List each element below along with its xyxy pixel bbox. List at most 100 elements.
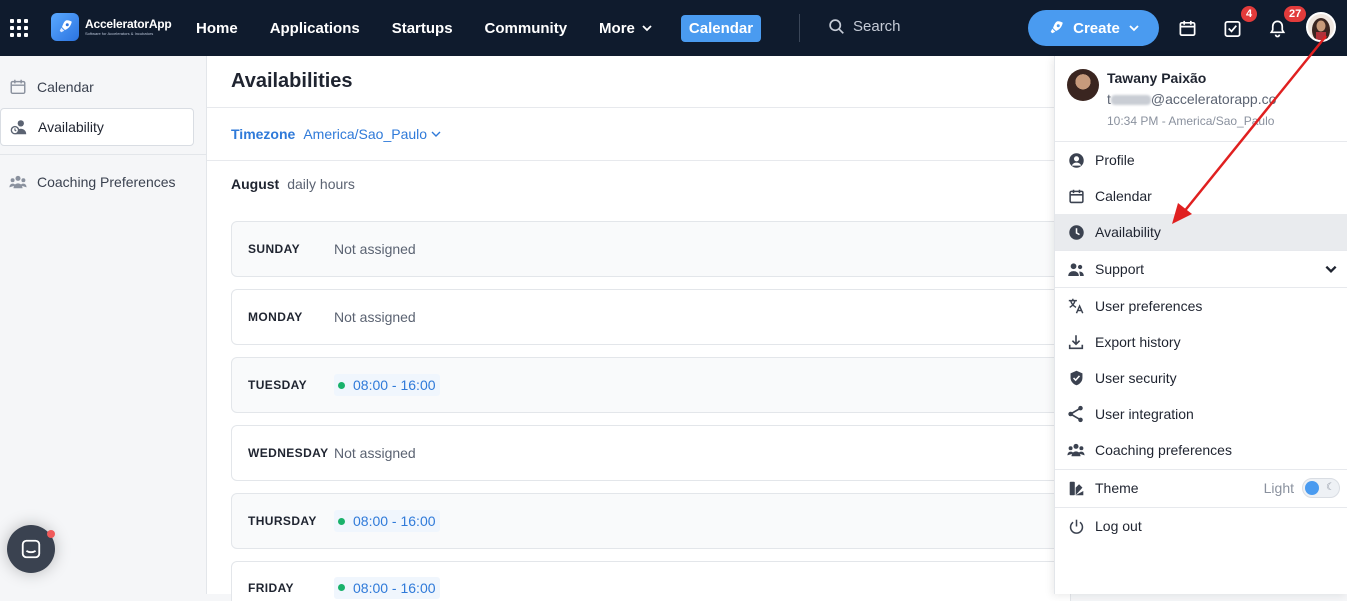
menu-item-label: User security — [1095, 370, 1177, 386]
menu-item-user-security[interactable]: User security — [1055, 360, 1347, 396]
tasks-icon[interactable] — [1222, 18, 1242, 38]
availability-icon — [10, 120, 27, 135]
nav-home[interactable]: Home — [180, 20, 254, 37]
sidebar-item-coaching-preferences[interactable]: Coaching Preferences — [0, 163, 194, 201]
user-profile-header: Tawany Paixão t @acceleratorapp.co 10:34 … — [1055, 56, 1347, 142]
day-row-tuesday[interactable]: TUESDAY 08:00 - 16:00 — [231, 357, 1071, 413]
menu-item-label: Profile — [1095, 152, 1135, 168]
menu-item-label: Support — [1095, 261, 1145, 277]
email-redaction — [1110, 95, 1151, 106]
menu-item-label: Export history — [1095, 334, 1181, 350]
integration-icon — [1067, 405, 1085, 423]
chevron-down-icon — [1129, 25, 1139, 32]
day-row-monday[interactable]: MONDAY Not assigned — [231, 289, 1071, 345]
day-name: THURSDAY — [248, 514, 317, 528]
menu-item-label: Log out — [1095, 518, 1142, 534]
create-label: Create — [1073, 19, 1120, 37]
nav-community[interactable]: Community — [469, 20, 584, 37]
day-status: Not assigned — [334, 241, 416, 257]
sidebar-item-calendar[interactable]: Calendar — [0, 68, 194, 106]
user-avatar-button[interactable] — [1306, 12, 1336, 42]
theme-icon — [1067, 479, 1085, 497]
time-slot[interactable]: 08:00 - 16:00 — [334, 510, 440, 532]
sidebar-divider — [0, 154, 207, 155]
menu-item-label: Calendar — [1095, 188, 1152, 204]
menu-item-availability[interactable]: Availability — [1055, 214, 1347, 250]
app-logo[interactable]: AcceleratorApp Software for Accelerators… — [51, 13, 172, 41]
slot-time: 08:00 - 16:00 — [353, 513, 436, 529]
menu-item-log-out[interactable]: Log out — [1055, 508, 1347, 544]
menu-item-user-preferences[interactable]: User preferences — [1055, 288, 1347, 324]
users-icon — [1067, 260, 1085, 278]
translate-icon — [1067, 297, 1085, 315]
avatar-image — [1308, 14, 1334, 40]
timezone-label: Timezone — [231, 126, 296, 142]
menu-item-label: User integration — [1095, 406, 1194, 422]
slot-time: 08:00 - 16:00 — [353, 377, 436, 393]
page-title: Availabilities — [231, 70, 353, 92]
menu-item-label: Theme — [1095, 480, 1139, 496]
email-domain: @acceleratorapp.co — [1150, 91, 1277, 107]
chat-icon — [21, 539, 41, 559]
app-tagline: Software for Accelerators & Incubators — [85, 31, 154, 36]
timezone-value: America/Sao_Paulo — [303, 126, 428, 142]
calendar-icon[interactable] — [1177, 18, 1197, 38]
menu-item-coaching-preferences[interactable]: Coaching preferences — [1055, 432, 1347, 468]
group-icon — [9, 175, 27, 189]
download-icon — [1067, 333, 1085, 351]
day-name: SUNDAY — [248, 242, 300, 256]
apps-grid-icon[interactable] — [10, 19, 28, 37]
menu-item-label: Availability — [1095, 224, 1161, 240]
app-name: AcceleratorApp — [85, 17, 172, 31]
menu-item-theme[interactable]: Theme Light ☾ — [1055, 470, 1347, 506]
nav-more-label: More — [599, 19, 635, 37]
user-local-time: 10:34 PM - America/Sao_Paulo — [1107, 114, 1275, 128]
time-slot[interactable]: 08:00 - 16:00 — [334, 576, 440, 599]
user-menu: Tawany Paixão t @acceleratorapp.co 10:34 … — [1054, 56, 1347, 594]
menu-item-export-history[interactable]: Export history — [1055, 324, 1347, 360]
menu-item-calendar[interactable]: Calendar — [1055, 178, 1347, 214]
menu-item-profile[interactable]: Profile — [1055, 142, 1347, 178]
month-header: August daily hours — [231, 176, 355, 192]
nav-more[interactable]: More — [583, 20, 669, 37]
timezone-selector[interactable]: Timezone America/Sao_Paulo — [231, 126, 442, 142]
day-name: TUESDAY — [248, 378, 308, 392]
day-name: WEDNESDAY — [248, 446, 329, 460]
bell-icon[interactable] — [1267, 18, 1287, 38]
nav-divider — [799, 14, 800, 42]
slot-time: 08:00 - 16:00 — [353, 579, 436, 596]
nav-startups[interactable]: Startups — [376, 20, 469, 37]
day-name: MONDAY — [248, 310, 303, 324]
create-button[interactable]: Create — [1028, 10, 1159, 46]
day-status: Not assigned — [334, 309, 416, 325]
sun-icon — [1305, 481, 1319, 495]
month-name: August — [231, 176, 280, 192]
notifications-badge: 27 — [1283, 5, 1308, 23]
nav-applications[interactable]: Applications — [254, 20, 376, 37]
sidebar-item-label: Coaching Preferences — [37, 174, 176, 190]
nav-calendar[interactable]: Calendar — [680, 14, 762, 42]
group-icon — [1067, 441, 1085, 459]
top-navbar: AcceleratorApp Software for Accelerators… — [0, 0, 1347, 56]
main-nav: Home Applications Startups Community Mor… — [180, 0, 762, 56]
theme-switch[interactable]: Light ☾ — [1264, 478, 1340, 498]
rocket-icon — [1050, 21, 1063, 34]
timezone-dropdown[interactable]: America/Sao_Paulo — [303, 126, 442, 142]
menu-item-support[interactable]: Support — [1055, 251, 1347, 287]
calendar-sidebar: Calendar Availability Coaching Preferenc… — [0, 56, 207, 594]
menu-item-user-integration[interactable]: User integration — [1055, 396, 1347, 432]
day-row-sunday[interactable]: SUNDAY Not assigned — [231, 221, 1071, 277]
search-box[interactable]: Search — [828, 18, 901, 35]
sidebar-item-availability[interactable]: Availability — [0, 108, 194, 146]
user-email: t @acceleratorapp.co — [1107, 91, 1276, 107]
menu-item-label: Coaching preferences — [1095, 442, 1232, 458]
chevron-down-icon[interactable] — [1324, 262, 1338, 276]
avatar — [1067, 69, 1099, 101]
theme-toggle[interactable]: ☾ — [1302, 478, 1340, 498]
time-slot[interactable]: 08:00 - 16:00 — [334, 374, 440, 396]
clock-icon — [1067, 223, 1085, 241]
sidebar-item-label: Calendar — [37, 79, 94, 95]
day-row-friday[interactable]: FRIDAY 08:00 - 16:00 — [231, 561, 1071, 601]
day-row-thursday[interactable]: THURSDAY 08:00 - 16:00 — [231, 493, 1071, 549]
day-row-wednesday[interactable]: WEDNESDAY Not assigned — [231, 425, 1071, 481]
